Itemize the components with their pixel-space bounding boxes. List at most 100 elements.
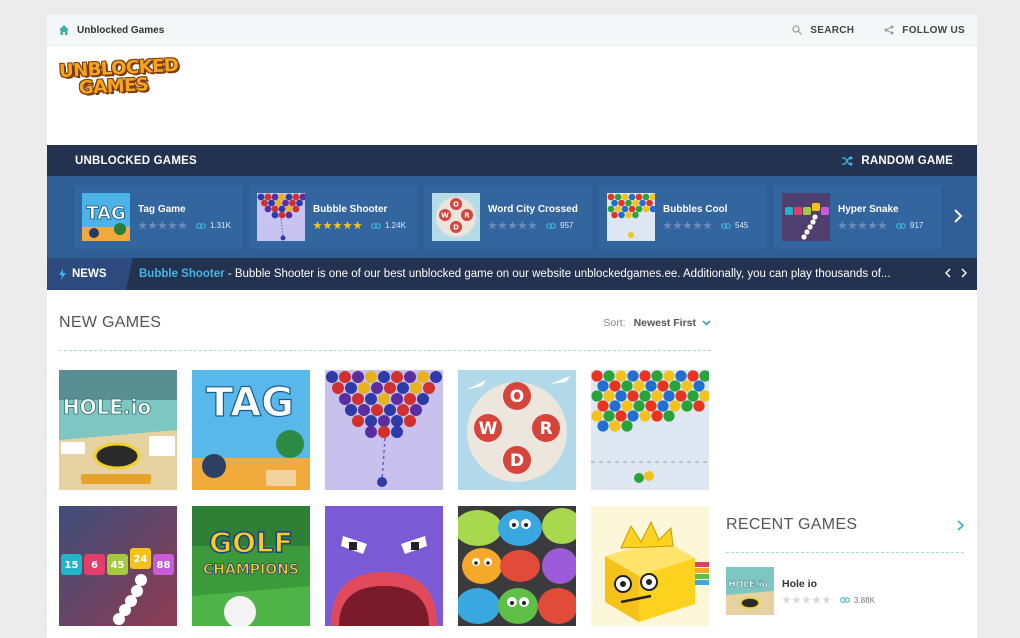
new-games-section: NEW GAMES Sort: Newest First HOLE.io TAG… <box>59 314 711 626</box>
svg-text:W: W <box>479 419 498 439</box>
follow-us-button[interactable]: FOLLOW US <box>884 25 965 36</box>
news-highlight: Bubble Shooter <box>139 268 225 280</box>
card-views: 545 <box>735 221 749 230</box>
game-tile-purple-monster[interactable] <box>325 506 443 626</box>
bubbles-cool-thumbnail <box>607 193 655 241</box>
tile-number: 6 <box>91 560 98 571</box>
top-bar: Unblocked Games SEARCH FOLLOW US <box>47 15 977 46</box>
star-rating <box>488 221 538 230</box>
game-tile-bubbles-cool[interactable] <box>591 370 709 490</box>
new-games-grid: HOLE.io TAG O W R D 15 6 45 24 88 GOLF C… <box>59 370 709 626</box>
svg-text:D: D <box>510 451 524 471</box>
news-prev-arrow-icon[interactable] <box>945 268 951 278</box>
views-icon <box>371 222 381 229</box>
chevron-right-icon[interactable] <box>957 519 964 531</box>
game-tile-hole-io[interactable]: HOLE.io <box>59 370 177 490</box>
card-title: Bubbles Cool <box>663 204 728 215</box>
views-icon <box>840 597 850 603</box>
game-tile-golf-champions[interactable]: GOLF CHAMPIONS <box>192 506 310 626</box>
tile-number: 15 <box>65 560 79 571</box>
news-body: - Bubble Shooter is one of our best unbl… <box>224 268 891 280</box>
logo-line-2: GAMES <box>78 74 149 99</box>
recent-game-title: Hole io <box>782 577 818 590</box>
card-title: Word City Crossed <box>488 204 578 215</box>
sort-control[interactable]: Sort: Newest First <box>603 317 711 329</box>
star-rating <box>782 595 832 605</box>
svg-text:O: O <box>453 201 459 209</box>
card-title: Tag Game <box>138 204 186 215</box>
carousel-next-arrow-icon[interactable] <box>953 209 963 223</box>
site-name-link[interactable]: Unblocked Games <box>77 25 164 36</box>
recent-games-section: RECENT GAMES HOLE.io Hole io 3.88K <box>726 516 964 615</box>
tag-game-thumbnail: TAG <box>82 193 130 241</box>
share-icon <box>884 25 894 35</box>
star-rating <box>313 221 363 230</box>
game-tile-hyper-snake[interactable]: 15 6 45 24 88 <box>59 506 177 626</box>
card-title: Bubble Shooter <box>313 204 388 215</box>
svg-text:R: R <box>539 419 552 439</box>
svg-text:HOLE.io: HOLE.io <box>728 580 768 590</box>
news-label-box: NEWS <box>47 258 133 290</box>
sort-label: Sort: <box>603 317 626 329</box>
logo-area: UNBLOCKED GAMES <box>47 46 977 145</box>
tile-number: 24 <box>134 554 148 565</box>
search-label: SEARCH <box>810 24 855 36</box>
svg-text:TAG: TAG <box>86 203 126 224</box>
card-views: 1.31K <box>210 221 231 230</box>
star-rating <box>138 221 188 230</box>
tile-number: 45 <box>111 560 125 571</box>
home-icon[interactable] <box>59 25 69 35</box>
svg-text:D: D <box>453 224 459 232</box>
card-title: Hyper Snake <box>838 204 899 215</box>
site-logo[interactable]: UNBLOCKED GAMES <box>59 55 179 102</box>
featured-heading: UNBLOCKED GAMES <box>75 154 197 167</box>
search-icon <box>792 25 803 35</box>
game-tile-word-city-crossed[interactable]: OW RD <box>458 370 576 490</box>
card-views: 1.24K <box>385 221 406 230</box>
news-label: NEWS <box>72 268 107 280</box>
views-icon <box>896 222 906 229</box>
new-games-title: NEW GAMES <box>59 314 162 331</box>
featured-card[interactable]: TAG Tag Game 1.31K <box>74 185 242 249</box>
tile-text: TAG <box>206 380 294 426</box>
tile-number: 88 <box>157 560 171 571</box>
tile-text: CHAMPIONS <box>203 562 299 578</box>
game-tile-tag[interactable]: TAG <box>192 370 310 490</box>
svg-text:R: R <box>464 212 470 220</box>
random-game-button[interactable]: RANDOM GAME <box>842 155 953 167</box>
news-next-arrow-icon[interactable] <box>961 268 967 278</box>
news-text[interactable]: Bubble Shooter - Bubble Shooter is one o… <box>139 268 899 280</box>
featured-header: UNBLOCKED GAMES RANDOM GAME <box>47 145 977 176</box>
featured-section: UNBLOCKED GAMES RANDOM GAME TAG Tag Game… <box>47 145 977 290</box>
views-icon <box>546 222 556 229</box>
recent-game-item[interactable]: HOLE.io Hole io 3.88K <box>726 567 964 615</box>
sort-value: Newest First <box>633 317 696 329</box>
follow-us-label: FOLLOW US <box>902 24 965 36</box>
card-views: 917 <box>910 221 924 230</box>
views-icon <box>196 222 206 229</box>
news-ticker: NEWS Bubble Shooter - Bubble Shooter is … <box>47 258 977 290</box>
views-icon <box>721 222 731 229</box>
star-rating <box>663 221 713 230</box>
svg-text:W: W <box>441 212 449 220</box>
word-city-crossed-thumbnail: OW RD <box>432 193 480 241</box>
featured-carousel: TAG Tag Game 1.31K Bubble Shooter 1.24K … <box>47 176 977 258</box>
featured-card[interactable]: Bubbles Cool 545 <box>599 185 767 249</box>
game-tile-king-cube[interactable] <box>591 506 709 626</box>
chevron-down-icon <box>702 320 711 326</box>
page: Unblocked Games SEARCH FOLLOW US UNBLOCK… <box>47 15 977 638</box>
recent-games-title: RECENT GAMES <box>726 516 858 533</box>
tile-text: GOLF <box>209 526 293 559</box>
hole-io-thumbnail: HOLE.io <box>726 567 774 615</box>
featured-card[interactable]: Bubble Shooter 1.24K <box>249 185 417 249</box>
game-tile-jelly-faces[interactable] <box>458 506 576 626</box>
search-button[interactable]: SEARCH <box>792 25 854 36</box>
game-tile-bubble-shooter[interactable] <box>325 370 443 490</box>
bubble-shooter-thumbnail <box>257 193 305 241</box>
svg-text:O: O <box>510 387 524 407</box>
featured-card[interactable]: Hyper Snake 917 <box>774 185 942 249</box>
featured-card[interactable]: OW RD Word City Crossed 957 <box>424 185 592 249</box>
card-views: 957 <box>560 221 574 230</box>
shuffle-icon <box>842 155 854 166</box>
bolt-icon <box>59 268 66 280</box>
